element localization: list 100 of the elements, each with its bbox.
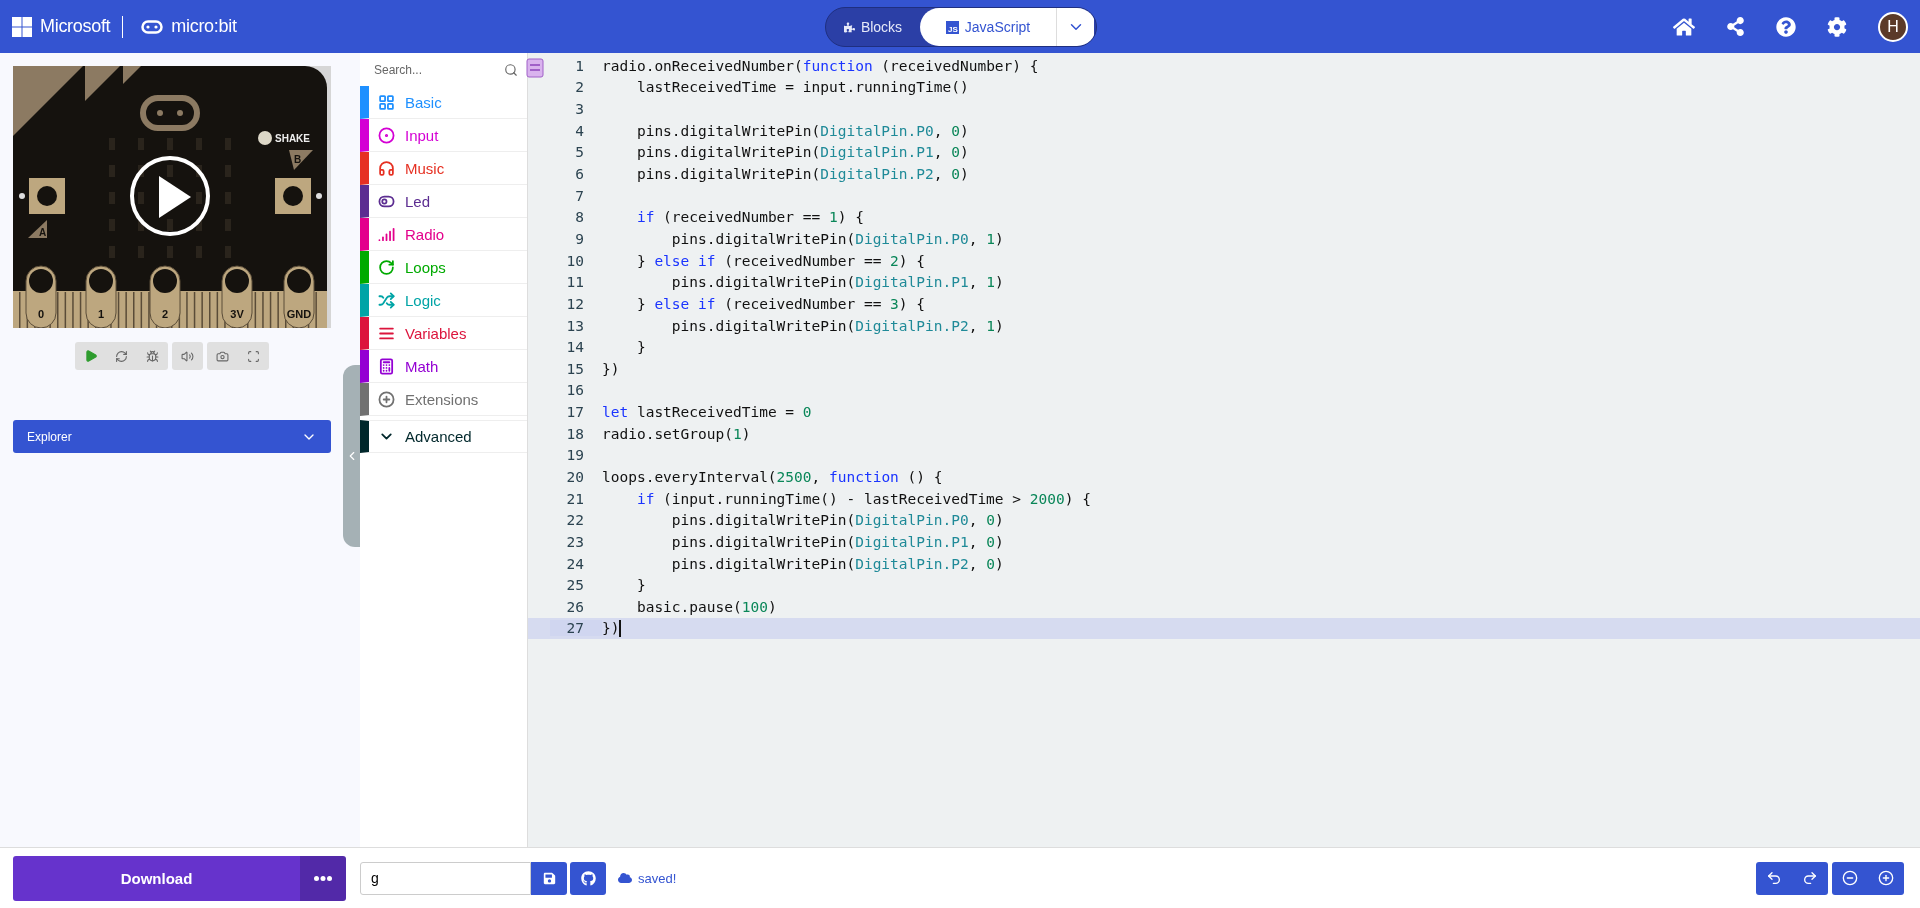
pin-label: 2	[161, 308, 169, 320]
line-number: 5	[574, 144, 585, 161]
category-label: Logic	[405, 291, 441, 309]
more-button[interactable]	[300, 855, 346, 901]
code-line[interactable]: pins.digitalWritePin(DigitalPin.P2, 1)	[602, 317, 1004, 334]
github-icon	[580, 870, 596, 886]
line-number: 26	[565, 598, 585, 615]
category-label: Math	[405, 357, 439, 375]
share-button[interactable]	[1726, 17, 1745, 36]
undo-icon	[1766, 870, 1782, 886]
code-line[interactable]: let lastReceivedTime = 0	[602, 404, 812, 421]
line-number: 19	[565, 447, 585, 464]
line-number: 21	[565, 490, 585, 507]
code-line[interactable]: if (input.runningTime() - lastReceivedTime > 2000) {	[602, 490, 1091, 507]
home-button[interactable]	[1673, 15, 1695, 38]
line-number: 15	[565, 360, 585, 377]
save-button[interactable]	[531, 861, 567, 895]
line-number: 9	[574, 230, 585, 247]
line-number: 13	[565, 317, 585, 334]
category-label: Input	[405, 126, 439, 144]
button-label: A	[39, 227, 47, 238]
home-icon	[1673, 15, 1695, 38]
shake-label: SHAKE	[275, 133, 310, 144]
category-label: Music	[405, 159, 445, 177]
line-number: 18	[565, 425, 585, 442]
code-line[interactable]: pins.digitalWritePin(DigitalPin.P0, 1)	[602, 230, 1004, 247]
line-number: 7	[574, 187, 585, 204]
category-label: Advanced	[405, 428, 472, 445]
code-line[interactable]: }	[602, 577, 646, 594]
mode-tab[interactable]: Blocks	[826, 8, 920, 46]
download-button[interactable]: Download	[13, 855, 300, 901]
signal-icon	[378, 225, 395, 243]
search-field[interactable]: Search...	[372, 61, 504, 78]
mode-tab[interactable]: JS JavaScript	[920, 8, 1056, 46]
line-number: 24	[565, 555, 585, 572]
code-line[interactable]: loops.everyInterval(2500, function () {	[602, 469, 943, 485]
line-number: 12	[565, 295, 585, 312]
code-line[interactable]: pins.digitalWritePin(DigitalPin.P2, 0)	[602, 555, 1004, 572]
code-line[interactable]: pins.digitalWritePin(DigitalPin.P0, 0)	[602, 122, 969, 139]
line-number: 2	[574, 79, 585, 96]
pin-label: 0	[37, 308, 45, 320]
code-line[interactable]: } else if (receivedNumber == 2) {	[602, 252, 926, 269]
code-line[interactable]: })	[602, 360, 620, 377]
pin-label: 1	[97, 308, 105, 320]
zoom-out-icon	[1842, 870, 1858, 886]
line-number: 3	[574, 101, 585, 118]
js-badge: JS	[945, 20, 959, 34]
category-label: Radio	[405, 225, 445, 243]
language-dropdown[interactable]	[1056, 8, 1094, 46]
project-name-field[interactable]: g	[360, 861, 531, 895]
line-number: 22	[565, 512, 585, 529]
code-line[interactable]: pins.digitalWritePin(DigitalPin.P2, 0)	[602, 166, 969, 182]
code-line[interactable]: pins.digitalWritePin(DigitalPin.P1, 0)	[602, 533, 1004, 550]
category-label: Extensions	[405, 390, 479, 408]
save-icon	[542, 871, 556, 885]
code-line[interactable]: pins.digitalWritePin(DigitalPin.P1, 0)	[602, 144, 969, 161]
code-line[interactable]: if (receivedNumber == 1) {	[602, 209, 864, 226]
puzzle-icon	[843, 21, 855, 33]
code-line[interactable]: radio.setGroup(1)	[602, 425, 751, 442]
line-number: 11	[565, 274, 585, 291]
calculator-icon	[378, 357, 395, 375]
pin-label: 3V	[230, 308, 244, 320]
code-line[interactable]: pins.digitalWritePin(DigitalPin.P0, 0)	[602, 512, 1004, 529]
category-label: Variables	[405, 324, 467, 342]
help-button[interactable]	[1776, 16, 1796, 37]
settings-icon	[1827, 16, 1847, 37]
line-number: 23	[565, 533, 585, 550]
user-avatar[interactable]: H	[1878, 11, 1908, 42]
code-line[interactable]: lastReceivedTime = input.runningTime()	[602, 79, 969, 96]
explorer-bar[interactable]: Explorer	[13, 420, 331, 453]
save-status: saved!	[638, 870, 677, 886]
category-label: Led	[405, 192, 431, 210]
text-cursor	[619, 619, 621, 637]
code-line[interactable]: } else if (receivedNumber == 3) {	[602, 295, 926, 312]
more-icon	[314, 875, 332, 881]
code-line[interactable]: }	[602, 339, 646, 356]
line-number: 6	[574, 166, 585, 182]
share-icon	[1726, 17, 1745, 36]
github-button[interactable]	[570, 861, 606, 895]
collapse-handle[interactable]	[343, 365, 360, 547]
play-icon[interactable]	[130, 156, 210, 236]
loop-arrow-icon	[378, 258, 395, 276]
microbit-logo-icon	[141, 19, 164, 34]
bug-icon	[146, 349, 159, 363]
line-number: 8	[574, 209, 585, 226]
code-line[interactable]: basic.pause(100)	[602, 598, 777, 615]
line-number: 25	[565, 577, 585, 594]
code-line[interactable]: pins.digitalWritePin(DigitalPin.P1, 1)	[602, 274, 1004, 291]
code-line[interactable]: })	[602, 620, 620, 637]
restart-icon	[115, 349, 128, 363]
code-line[interactable]: radio.onReceivedNumber(function (receivedNumber) {	[602, 57, 1039, 74]
search-icon	[504, 62, 518, 77]
windows-logo-icon	[12, 16, 32, 37]
settings-button[interactable]	[1827, 16, 1847, 37]
category-label: Basic	[405, 93, 442, 111]
camera-icon	[216, 349, 229, 363]
speaker-icon	[181, 349, 194, 363]
line-number: 16	[565, 382, 585, 399]
line-number: 20	[565, 469, 585, 485]
cloud-icon	[618, 871, 632, 885]
